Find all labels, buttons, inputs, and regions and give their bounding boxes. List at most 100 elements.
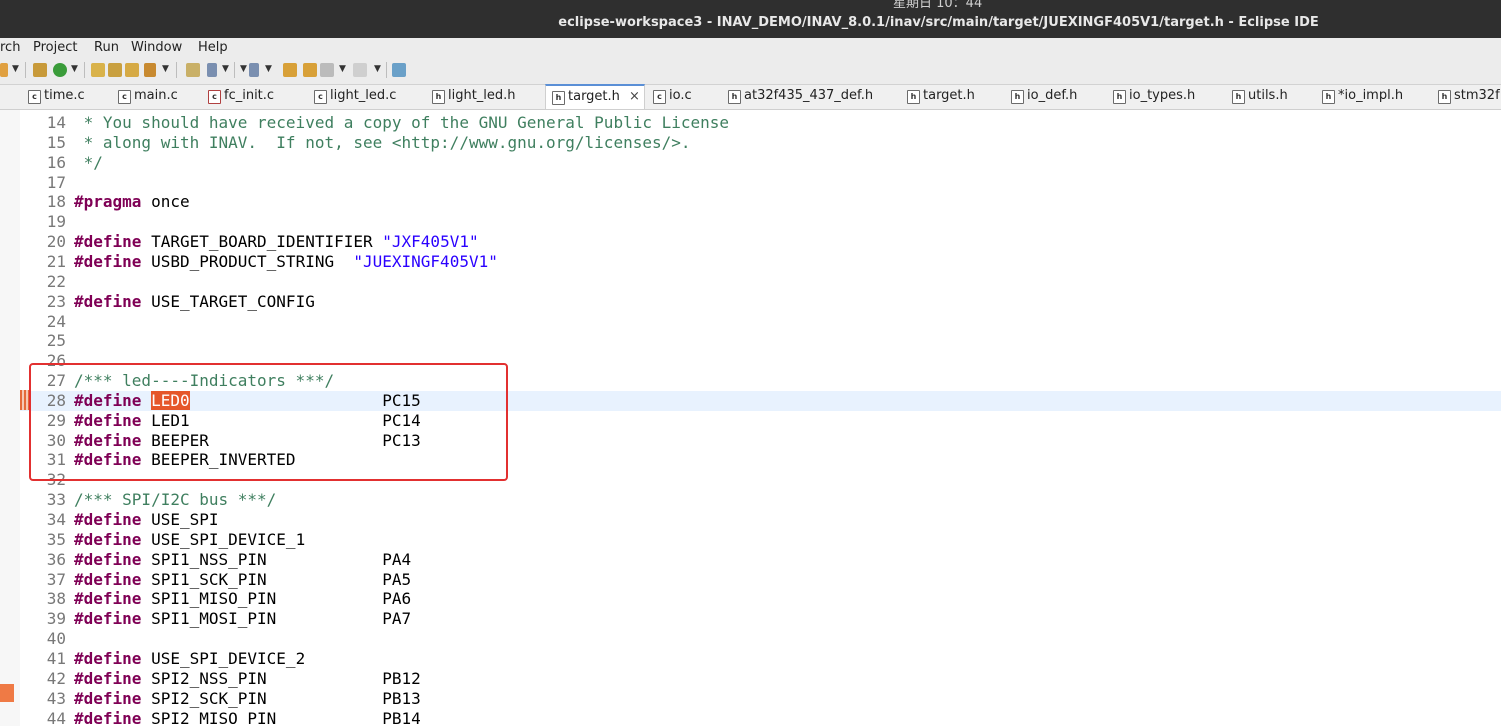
code-line[interactable]: 37 #define SPI1_SCK_PIN PA5 [20,570,1501,590]
code-line[interactable]: 31 #define BEEPER_INVERTED [20,450,1501,470]
code-line[interactable]: 16 */ [20,153,1501,173]
open-folder-icon[interactable] [91,63,105,77]
tab--io-impl-h[interactable]: h *io_impl.h [1322,85,1432,109]
tab-time-c[interactable]: c time.c [28,85,113,109]
annotation-icon[interactable] [186,63,200,77]
code-line[interactable]: 28 #define LED0 PC15 [20,390,1501,411]
tab-stm32f[interactable]: h stm32f [1438,85,1501,109]
keyword-token: #define [74,450,142,470]
new-wizard-icon[interactable] [0,63,8,77]
code-line[interactable]: 33 /*** SPI/I2C bus ***/ [20,490,1501,510]
prev-annotation-icon[interactable] [249,63,259,77]
code-token: SPI1_MOSI_PIN PA7 [141,609,412,629]
pin-editor-icon[interactable] [392,63,406,77]
line-number: 27 [46,371,66,391]
forward-arrow-icon[interactable] [353,63,367,77]
tab-utils-h[interactable]: h utils.h [1232,85,1317,109]
code-line[interactable]: 18 #pragma once [20,192,1501,212]
code-token: LED1 PC14 [141,410,421,430]
keyword-token: #define [74,549,142,569]
menu-run[interactable]: Run [94,40,119,55]
dropdown-arrow-icon[interactable]: ▼ [12,64,19,74]
keyword-token: #define [74,251,142,271]
code-line[interactable]: 39 #define SPI1_MOSI_PIN PA7 [20,609,1501,629]
line-number: 16 [46,152,66,172]
code-line[interactable]: 21 #define USBD_PRODUCT_STRING "JUEXINGF4… [20,252,1501,272]
tab-io-c[interactable]: c io.c [653,85,723,109]
code-line[interactable]: 26 [20,351,1501,371]
line-number: 42 [46,668,66,688]
open-type-icon[interactable] [108,63,122,77]
code-line[interactable]: 32 [20,470,1501,490]
pen-icon[interactable] [144,63,156,77]
dropdown-arrow-icon[interactable]: ▼ [222,64,229,74]
code-token: TARGET_BOARD_IDENTIFIER [141,232,383,252]
code-line[interactable]: 34 #define USE_SPI [20,510,1501,530]
code-line[interactable]: 14 * You should have received a copy of … [20,113,1501,133]
code-line[interactable]: 38 #define SPI1_MISO_PIN PA6 [20,589,1501,609]
code-editor[interactable]: 14 * You should have received a copy of … [20,110,1501,726]
code-line[interactable]: 20 #define TARGET_BOARD_IDENTIFIER "JXF40… [20,232,1501,252]
tab-main-c[interactable]: c main.c [118,85,203,109]
back-icon[interactable] [303,63,317,77]
code-line[interactable]: 15 * along with INAV. If not, see <http:… [20,133,1501,153]
code-line[interactable]: 44 #define SPI2_MISO_PIN PB14 [20,709,1501,726]
code-text: #define LED1 PC14 [74,411,421,431]
last-edit-icon[interactable] [283,63,297,77]
code-line[interactable]: 29 #define LED1 PC14 [20,411,1501,431]
forward-icon[interactable] [320,63,334,77]
tab-light-led-h[interactable]: h light_led.h [432,85,542,109]
menu-window[interactable]: Window [131,40,182,55]
menu-search[interactable]: rch [0,40,20,55]
tab-label: at32f435_437_def.h [744,88,874,103]
tab-close-icon[interactable]: × [629,89,640,104]
string-token: "JXF405V1" [382,232,479,252]
code-line[interactable]: 23 #define USE_TARGET_CONFIG [20,292,1501,312]
comment-token: */ [74,152,103,172]
menu-help[interactable]: Help [198,40,228,55]
run-target-icon[interactable] [53,63,67,77]
tab-io-def-h[interactable]: h io_def.h [1011,85,1108,109]
line-number: 23 [46,291,66,311]
window-title: eclipse-workspace3 - INAV_DEMO/INAV_8.0.… [558,15,1319,30]
code-line[interactable]: 42 #define SPI2_NSS_PIN PB12 [20,669,1501,689]
code-line[interactable]: 17 [20,173,1501,193]
tab-light-led-c[interactable]: c light_led.c [314,85,426,109]
tab-label: io_types.h [1129,88,1196,103]
code-token: PC15 [189,390,421,410]
code-text: #define SPI1_NSS_PIN PA4 [74,550,411,570]
tab-target-h[interactable]: h target.h [907,85,1007,109]
code-text: #define USE_SPI_DEVICE_1 [74,530,305,550]
code-line[interactable]: 25 [20,331,1501,351]
dropdown-arrow-icon[interactable]: ▼ [240,64,247,74]
code-line[interactable]: 30 #define BEEPER PC13 [20,431,1501,451]
code-line[interactable]: 40 [20,629,1501,649]
code-line[interactable]: 43 #define SPI2_SCK_PIN PB13 [20,689,1501,709]
tab-fc-init-c[interactable]: c fc_init.c [208,85,308,109]
code-text: #define USE_SPI [74,510,219,530]
code-line[interactable]: 19 [20,212,1501,232]
code-text: #define SPI2_NSS_PIN PB12 [74,669,421,689]
new-project-icon[interactable] [33,63,47,77]
code-line[interactable]: 35 #define USE_SPI_DEVICE_1 [20,530,1501,550]
code-token: BEEPER_INVERTED [141,450,296,470]
h-file-icon: h [1113,90,1126,104]
code-token: USE_SPI_DEVICE_1 [141,529,306,549]
tab-io-types-h[interactable]: h io_types.h [1113,85,1228,109]
code-line[interactable]: 24 [20,312,1501,332]
open-resource-icon[interactable] [125,63,139,77]
dropdown-arrow-icon[interactable]: ▼ [265,64,272,74]
dropdown-arrow-icon[interactable]: ▼ [71,64,78,74]
dropdown-arrow-icon[interactable]: ▼ [374,64,381,74]
code-line[interactable]: 27 /*** led----Indicators ***/ [20,371,1501,391]
code-line[interactable]: 22 [20,272,1501,292]
tab-target-h[interactable]: h target.h × [545,84,645,109]
dropdown-arrow-icon[interactable]: ▼ [339,64,346,74]
dropdown-arrow-icon[interactable]: ▼ [162,64,169,74]
code-line[interactable]: 41 #define USE_SPI_DEVICE_2 [20,649,1501,669]
tab-label: *io_impl.h [1338,88,1404,103]
menu-project[interactable]: Project [33,40,77,55]
tab-at32f435-437-def-h[interactable]: h at32f435_437_def.h [728,85,903,109]
code-line[interactable]: 36 #define SPI1_NSS_PIN PA4 [20,550,1501,570]
next-annotation-icon[interactable] [207,63,217,77]
